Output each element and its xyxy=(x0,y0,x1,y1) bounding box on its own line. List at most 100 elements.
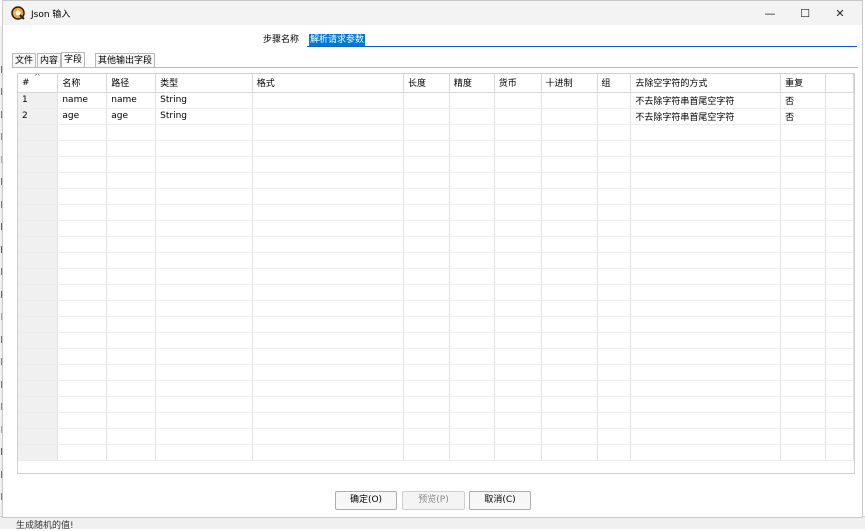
cell-type[interactable] xyxy=(155,252,253,269)
cell-format[interactable] xyxy=(252,300,405,317)
tab-file[interactable]: 文件 xyxy=(12,53,37,68)
cell-group[interactable] xyxy=(597,332,632,349)
cell-type[interactable] xyxy=(155,188,253,205)
cell-precision[interactable] xyxy=(449,380,495,397)
cell-type[interactable] xyxy=(155,332,253,349)
cell-type[interactable] xyxy=(155,156,253,173)
cell-decimal[interactable] xyxy=(541,300,598,317)
cell-trim-type[interactable] xyxy=(630,380,782,397)
column-header-type[interactable]: 类型 xyxy=(155,74,253,93)
cell-decimal[interactable] xyxy=(541,172,598,189)
cell-type[interactable] xyxy=(155,348,253,365)
cell-path[interactable] xyxy=(106,412,157,429)
cell-trim-type[interactable] xyxy=(630,428,782,445)
cell-length[interactable] xyxy=(403,252,450,269)
cell-length[interactable] xyxy=(403,444,450,461)
cell-name[interactable] xyxy=(57,140,108,157)
cell-precision[interactable] xyxy=(449,316,495,333)
cell-path[interactable] xyxy=(106,316,157,333)
cell-trim-type[interactable] xyxy=(630,284,782,301)
preview-button[interactable]: 预览(P) xyxy=(402,491,465,510)
cell-path[interactable] xyxy=(106,220,157,237)
column-header-repeat[interactable]: 重复 xyxy=(780,74,827,93)
cell-currency[interactable] xyxy=(494,300,542,317)
cell-name[interactable] xyxy=(57,188,108,205)
empty-table-row[interactable] xyxy=(18,236,854,253)
empty-table-row[interactable] xyxy=(18,396,854,413)
cell-path[interactable] xyxy=(106,140,157,157)
cell-decimal[interactable] xyxy=(541,444,598,461)
cell-group[interactable] xyxy=(597,380,632,397)
cell-group[interactable] xyxy=(597,364,632,381)
cell-group[interactable] xyxy=(597,140,632,157)
cell-decimal[interactable] xyxy=(541,364,598,381)
cell-length[interactable] xyxy=(403,428,450,445)
cell-idx[interactable] xyxy=(18,156,59,173)
empty-table-row[interactable] xyxy=(18,428,854,445)
cell-currency[interactable] xyxy=(494,140,542,157)
cell-trim-type[interactable] xyxy=(630,396,782,413)
cell-format[interactable] xyxy=(252,396,405,413)
cell-precision[interactable] xyxy=(449,156,495,173)
cell-decimal[interactable] xyxy=(541,204,598,221)
cell-type[interactable]: String xyxy=(155,108,253,125)
cell-path[interactable] xyxy=(106,364,157,381)
cell-name[interactable] xyxy=(57,412,108,429)
cell-name[interactable] xyxy=(57,284,108,301)
cell-idx[interactable] xyxy=(18,252,59,269)
cell-idx[interactable] xyxy=(18,124,59,141)
column-header-currency[interactable]: 货币 xyxy=(494,74,542,93)
cell-filler[interactable] xyxy=(825,156,854,173)
cell-filler[interactable] xyxy=(825,332,854,349)
cancel-button[interactable]: 取消(C) xyxy=(469,491,531,510)
empty-table-row[interactable] xyxy=(18,204,854,221)
cell-repeat[interactable] xyxy=(780,156,827,173)
cell-length[interactable] xyxy=(403,412,450,429)
cell-path[interactable] xyxy=(106,156,157,173)
empty-table-row[interactable] xyxy=(18,380,854,397)
cell-currency[interactable] xyxy=(494,412,542,429)
cell-group[interactable] xyxy=(597,348,632,365)
table-row[interactable]: 1 name name String 不去除字符串首尾空字符否 xyxy=(18,92,854,109)
cell-repeat[interactable] xyxy=(780,236,827,253)
empty-table-row[interactable] xyxy=(18,300,854,317)
cell-filler[interactable] xyxy=(825,268,854,285)
cell-name[interactable] xyxy=(57,348,108,365)
cell-currency[interactable] xyxy=(494,236,542,253)
cell-trim-type[interactable] xyxy=(630,252,782,269)
cell-name[interactable] xyxy=(57,396,108,413)
cell-name[interactable] xyxy=(57,268,108,285)
cell-name[interactable]: name xyxy=(57,92,108,109)
cell-group[interactable] xyxy=(597,108,632,125)
empty-table-row[interactable] xyxy=(18,284,854,301)
cell-path[interactable] xyxy=(106,444,157,461)
cell-group[interactable] xyxy=(597,172,632,189)
cell-type[interactable] xyxy=(155,412,253,429)
cell-currency[interactable] xyxy=(494,316,542,333)
cell-format[interactable] xyxy=(252,364,405,381)
cell-idx[interactable] xyxy=(18,236,59,253)
cell-decimal[interactable] xyxy=(541,396,598,413)
cell-length[interactable] xyxy=(403,140,450,157)
cell-group[interactable] xyxy=(597,188,632,205)
cell-idx[interactable] xyxy=(18,380,59,397)
cell-decimal[interactable] xyxy=(541,220,598,237)
cell-precision[interactable] xyxy=(449,140,495,157)
cell-precision[interactable] xyxy=(449,348,495,365)
cell-length[interactable] xyxy=(403,316,450,333)
ok-button[interactable]: 确定(O) xyxy=(335,491,397,510)
cell-precision[interactable] xyxy=(449,364,495,381)
cell-currency[interactable] xyxy=(494,268,542,285)
cell-type[interactable] xyxy=(155,428,253,445)
cell-type[interactable] xyxy=(155,300,253,317)
cell-format[interactable] xyxy=(252,412,405,429)
cell-path[interactable] xyxy=(106,188,157,205)
column-header-trim-type[interactable]: 去除空字符的方式 xyxy=(630,74,782,93)
cell-group[interactable] xyxy=(597,428,632,445)
cell-filler[interactable] xyxy=(825,364,854,381)
cell-idx[interactable] xyxy=(18,316,59,333)
cell-currency[interactable] xyxy=(494,108,542,125)
cell-currency[interactable] xyxy=(494,332,542,349)
empty-table-row[interactable] xyxy=(18,316,854,333)
cell-group[interactable] xyxy=(597,236,632,253)
